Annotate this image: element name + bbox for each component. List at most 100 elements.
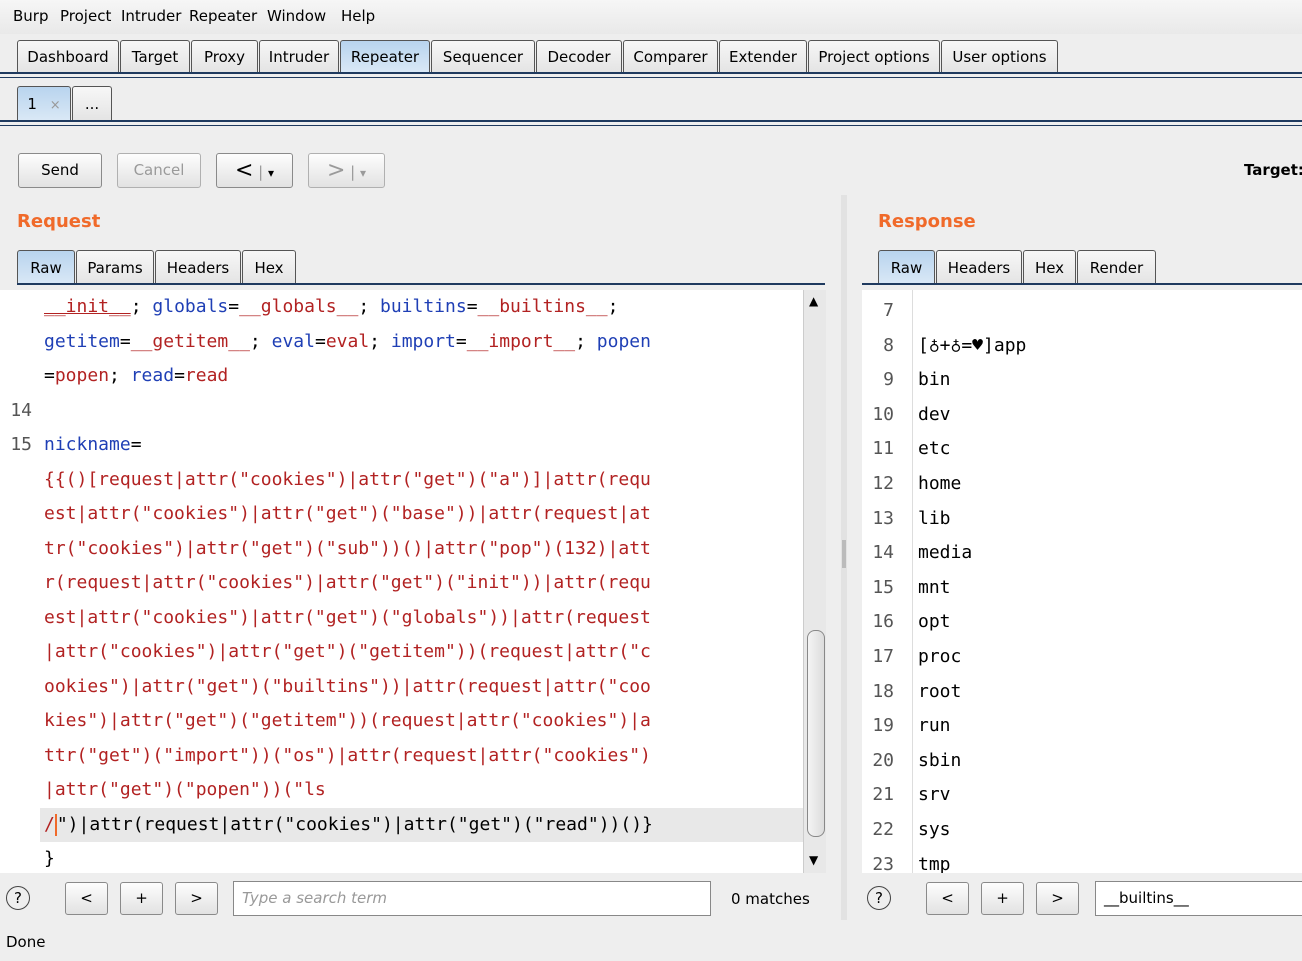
code-line: } bbox=[44, 842, 55, 873]
next-match-button[interactable]: > bbox=[175, 882, 218, 915]
tab-extender[interactable]: Extender bbox=[719, 40, 807, 72]
line-number: 14 bbox=[10, 399, 32, 421]
line-number: 23 bbox=[872, 853, 894, 873]
line-number bbox=[0, 497, 32, 531]
response-search-input[interactable]: __builtins__ bbox=[1095, 881, 1302, 916]
code-token: |attr("cookies")|attr("get")("getitem"))… bbox=[44, 641, 651, 662]
code-line: ttr("get")("import"))("os")|attr(request… bbox=[44, 739, 651, 773]
scroll-up-icon[interactable]: ▲ bbox=[809, 294, 818, 308]
tab-divider bbox=[0, 72, 1302, 74]
tab-dashboard[interactable]: Dashboard bbox=[17, 40, 119, 72]
line-number: 19 bbox=[872, 715, 894, 737]
close-icon[interactable]: × bbox=[50, 98, 61, 113]
tab-decoder[interactable]: Decoder bbox=[536, 40, 622, 72]
response-line: dev bbox=[918, 403, 951, 425]
code-line: / ")|attr(request|attr("cookies")|attr("g… bbox=[44, 808, 653, 842]
code-token: kies")|attr("get")("getitem"))(request|a… bbox=[44, 710, 651, 731]
response-tab-headers[interactable]: Headers bbox=[936, 250, 1022, 284]
request-title: Request bbox=[17, 211, 101, 232]
line-number: 21 bbox=[872, 784, 894, 806]
cancel-button[interactable]: Cancel bbox=[117, 153, 201, 188]
code-token: __builtins__ bbox=[477, 296, 608, 317]
tab-project-options[interactable]: Project options bbox=[808, 40, 940, 72]
tab-proxy[interactable]: Proxy bbox=[191, 40, 258, 72]
back-button[interactable]: < | ▾ bbox=[216, 153, 293, 188]
line-number: 8 bbox=[883, 334, 894, 356]
menu-help[interactable]: Help bbox=[341, 7, 375, 25]
request-tab-headers[interactable]: Headers bbox=[155, 250, 241, 284]
code-token: = bbox=[119, 330, 131, 352]
send-button[interactable]: Send bbox=[18, 153, 102, 188]
add-button[interactable]: + bbox=[981, 882, 1024, 915]
tab-comparer[interactable]: Comparer bbox=[623, 40, 718, 72]
code-token: ; bbox=[369, 330, 391, 352]
line-number bbox=[0, 808, 32, 842]
tab-sequencer[interactable]: Sequencer bbox=[431, 40, 535, 72]
response-line: tmp bbox=[918, 853, 951, 873]
request-scrollbar[interactable]: ▲ ▼ bbox=[803, 290, 826, 873]
splitter-handle[interactable] bbox=[842, 540, 846, 568]
response-line: sbin bbox=[918, 749, 962, 771]
next-match-button[interactable]: > bbox=[1036, 882, 1079, 915]
match-count: 0 matches bbox=[731, 890, 810, 908]
line-number: 18 bbox=[872, 680, 894, 702]
prev-match-button[interactable]: < bbox=[926, 882, 969, 915]
code-token: read bbox=[184, 365, 229, 386]
tab-user-options[interactable]: User options bbox=[941, 40, 1058, 72]
tab-divider bbox=[0, 77, 1302, 78]
tab-target[interactable]: Target bbox=[120, 40, 190, 72]
tab-repeater[interactable]: Repeater bbox=[340, 40, 430, 72]
code-line: nickname= bbox=[44, 428, 142, 462]
menu-repeater[interactable]: Repeater bbox=[189, 7, 257, 25]
response-line: sys bbox=[918, 819, 951, 840]
help-icon[interactable]: ? bbox=[6, 886, 30, 910]
tab-intruder[interactable]: Intruder bbox=[259, 40, 339, 72]
repeater-tab-1[interactable]: 1 × bbox=[17, 86, 71, 120]
code-token: = bbox=[44, 365, 55, 386]
help-icon[interactable]: ? bbox=[867, 886, 891, 910]
menu-bar: Burp Project Intruder Repeater Window He… bbox=[0, 0, 1302, 34]
line-number bbox=[0, 601, 32, 635]
response-editor[interactable]: 7 8 [♁+♁=♥]app 9 bin 10 dev 11 etc 12 home 13 lib 14 m… bbox=[862, 290, 1302, 873]
scroll-down-icon[interactable]: ▼ bbox=[809, 853, 818, 867]
line-number: 22 bbox=[872, 819, 894, 840]
response-tab-render[interactable]: Render bbox=[1077, 250, 1156, 284]
code-token: = bbox=[466, 296, 478, 317]
request-tab-params[interactable]: Params bbox=[76, 250, 154, 284]
response-tab-raw[interactable]: Raw bbox=[878, 250, 935, 284]
response-tab-divider bbox=[862, 283, 1302, 285]
repeater-tab-label: 1 bbox=[27, 95, 37, 113]
request-search-input[interactable]: Type a search term bbox=[233, 881, 711, 916]
code-token: __getitem__ bbox=[130, 330, 250, 352]
line-number: 14 bbox=[872, 542, 894, 564]
response-line: proc bbox=[918, 646, 962, 667]
request-tab-raw[interactable]: Raw bbox=[17, 250, 75, 284]
code-token: est|attr("cookies")|attr("get")("globals… bbox=[44, 606, 651, 628]
menu-project[interactable]: Project bbox=[60, 7, 111, 25]
response-tab-hex[interactable]: Hex bbox=[1023, 250, 1076, 284]
add-button[interactable]: + bbox=[120, 882, 163, 915]
scrollbar-thumb[interactable] bbox=[807, 630, 825, 837]
pane-splitter[interactable] bbox=[841, 195, 847, 920]
response-line: lib bbox=[918, 507, 951, 529]
line-number bbox=[0, 532, 32, 566]
repeater-tab-new[interactable]: ... bbox=[72, 86, 112, 120]
request-tab-hex[interactable]: Hex bbox=[242, 250, 296, 284]
code-token: popen bbox=[54, 365, 110, 386]
response-line: opt bbox=[918, 611, 951, 633]
request-tab-divider bbox=[17, 283, 825, 285]
menu-intruder[interactable]: Intruder bbox=[121, 7, 181, 25]
chevron-right-icon: > bbox=[326, 158, 346, 183]
prev-match-button[interactable]: < bbox=[65, 882, 108, 915]
code-token: import bbox=[390, 330, 456, 352]
code-token: est|attr("cookies")|attr("get")("base"))… bbox=[44, 503, 651, 524]
menu-burp[interactable]: Burp bbox=[13, 7, 49, 25]
line-number: 15 bbox=[10, 434, 32, 455]
code-token: ; bbox=[130, 296, 153, 317]
target-label: Target: bbox=[1244, 161, 1302, 179]
forward-button[interactable]: > | ▾ bbox=[308, 153, 385, 188]
code-token: ttr("get")("import"))("os")|attr(request… bbox=[44, 744, 651, 766]
response-line: run bbox=[918, 715, 951, 737]
menu-window[interactable]: Window bbox=[267, 7, 326, 25]
request-editor[interactable]: __init__; globals=__globals__; builtins=… bbox=[0, 290, 803, 873]
